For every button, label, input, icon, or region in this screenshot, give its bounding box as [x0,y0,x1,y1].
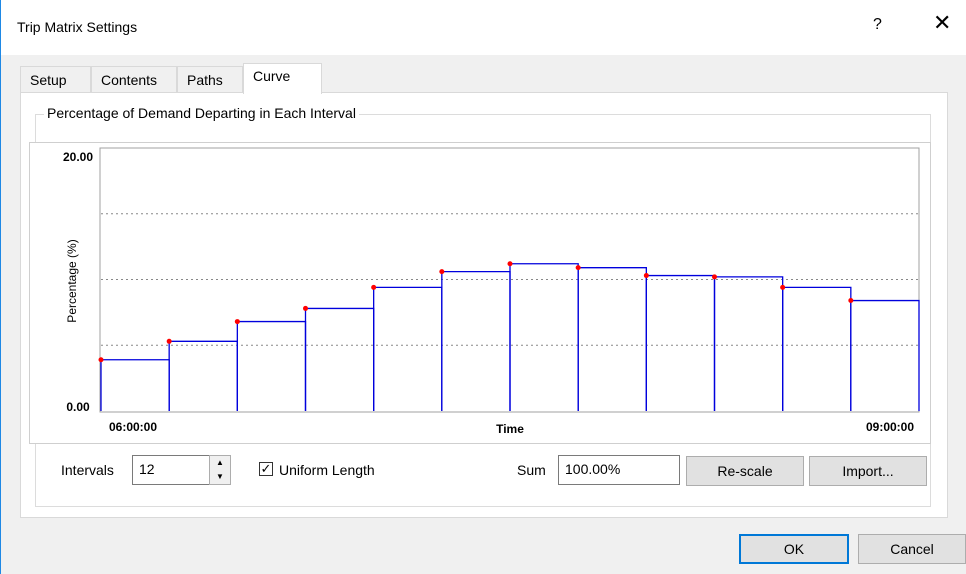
uniform-length-checkbox[interactable]: ✓ [259,462,273,476]
interval-bar-1 [100,359,170,411]
spin-up-icon[interactable]: ▲ [210,456,230,470]
interval-bar-8 [577,267,647,411]
y-min-label: 0.00 [66,400,90,414]
groupbox-title: Percentage of Demand Departing in Each I… [44,105,359,121]
interval-bar-7 [509,263,579,411]
x-start-label: 06:00:00 [109,420,157,434]
y-max-label: 20.00 [63,150,93,164]
spin-down-icon[interactable]: ▼ [210,470,230,484]
interval-bar-4 [304,307,375,411]
interval-point-9[interactable] [643,273,649,279]
interval-point-6[interactable] [439,269,445,275]
interval-point-8[interactable] [575,265,581,271]
chart-svg: 20.00 0.00 Percentage (%) 06:00:00 Time … [63,147,920,436]
interval-bar-10 [713,276,784,411]
interval-point-12[interactable] [848,298,854,304]
rescale-button[interactable]: Re-scale [686,456,804,486]
interval-bar-2 [168,340,238,411]
interval-bar-5 [373,286,443,411]
tab-paths[interactable]: Paths [177,66,243,92]
interval-point-10[interactable] [712,274,717,280]
x-end-label: 09:00:00 [866,420,914,434]
interval-bar-6 [441,270,511,411]
interval-bar-3 [236,320,307,411]
window-title: Trip Matrix Settings [17,19,138,35]
sum-field[interactable]: 100.00% [558,455,680,485]
interval-point-5[interactable] [371,284,377,290]
help-button[interactable]: ? [873,16,882,34]
demand-curve-chart[interactable]: 20.00 0.00 Percentage (%) 06:00:00 Time … [29,142,931,444]
ok-button[interactable]: OK [739,534,849,564]
interval-point-4[interactable] [303,305,308,311]
x-axis-label: Time [496,422,524,436]
tab-setup[interactable]: Setup [20,66,91,92]
title-bar: Trip Matrix Settings ? ✕ [1,0,966,55]
interval-bar-9 [645,274,716,411]
dialog-window: Trip Matrix Settings ? ✕ Setup Contents … [0,0,966,574]
interval-point-2[interactable] [166,338,172,344]
interval-point-11[interactable] [780,284,786,290]
interval-bar-12 [850,299,920,411]
intervals-input[interactable]: 12 [132,455,210,485]
cancel-button[interactable]: Cancel [858,534,966,564]
interval-point-3[interactable] [234,319,240,325]
interval-bar-11 [782,286,852,411]
sum-label: Sum [517,462,546,478]
close-button[interactable]: ✕ [933,12,951,34]
y-axis-label: Percentage (%) [65,239,79,322]
interval-point-1[interactable] [98,357,104,363]
chart-step-series [100,263,920,411]
interval-point-7[interactable] [507,261,513,267]
uniform-length-label: Uniform Length [279,462,375,478]
tab-contents[interactable]: Contents [91,66,177,92]
import-button[interactable]: Import... [809,456,927,486]
intervals-label: Intervals [61,462,114,478]
intervals-spinner[interactable]: ▲ ▼ [209,455,231,485]
tab-curve[interactable]: Curve [243,63,322,94]
